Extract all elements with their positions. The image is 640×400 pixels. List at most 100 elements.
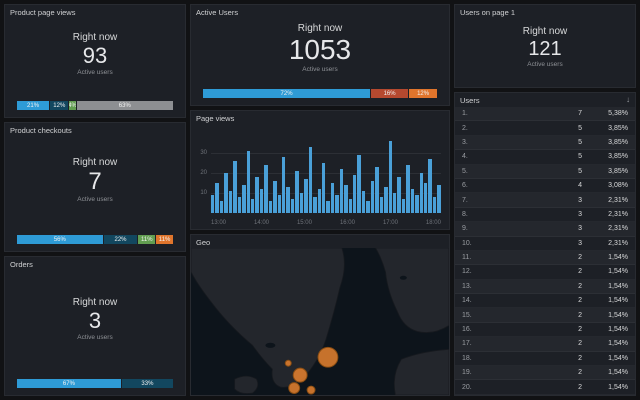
table-row[interactable]: 12.21,54% bbox=[455, 265, 635, 279]
row-count: 2 bbox=[554, 297, 582, 304]
table-row[interactable]: 5.53,85% bbox=[455, 165, 635, 179]
stat-value: 1053 bbox=[289, 35, 351, 66]
y-axis-labels: 302010 bbox=[195, 133, 209, 213]
row-index: 16. bbox=[462, 326, 480, 333]
right-now-label: Right now bbox=[73, 32, 117, 43]
row-index: 20. bbox=[462, 384, 480, 391]
chart-bar bbox=[220, 201, 223, 213]
chart-bar bbox=[309, 147, 312, 213]
row-index: 8. bbox=[462, 211, 480, 218]
chart-bar bbox=[260, 189, 263, 213]
table-row[interactable]: 20.21,54% bbox=[455, 380, 635, 394]
table-row[interactable]: 19.21,54% bbox=[455, 366, 635, 380]
table-row[interactable]: 13.21,54% bbox=[455, 280, 635, 294]
x-axis-labels: 13:0014:0015:0016:0017:0018:00 bbox=[211, 220, 441, 226]
stat-sublabel: Active users bbox=[302, 66, 337, 73]
x-tick-label: 18:00 bbox=[426, 220, 441, 226]
stat-value: 7 bbox=[88, 169, 101, 195]
bar-segment-label: 21% bbox=[27, 103, 39, 109]
row-percent: 5,38% bbox=[582, 110, 628, 117]
chart-bar bbox=[411, 189, 414, 213]
page-views-chart: 302010 bbox=[211, 133, 441, 213]
chart-bar bbox=[380, 197, 383, 213]
chart-bar bbox=[402, 199, 405, 213]
bar-segment: 72% bbox=[203, 89, 370, 98]
chart-bar bbox=[371, 181, 374, 213]
table-row[interactable]: 9.32,31% bbox=[455, 222, 635, 236]
y-tick-label: 30 bbox=[200, 150, 207, 156]
row-percent: 1,54% bbox=[582, 268, 628, 275]
table-row[interactable]: 16. 21,54% bbox=[455, 323, 635, 337]
chart-bar bbox=[273, 181, 276, 213]
chart-bar bbox=[420, 173, 423, 213]
table-row[interactable]: 10.32,31% bbox=[455, 237, 635, 251]
row-count: 2 bbox=[554, 326, 582, 333]
row-count: 2 bbox=[554, 254, 582, 261]
arrow-down-icon[interactable]: ↓ bbox=[626, 96, 630, 104]
page-views-bars bbox=[211, 133, 441, 213]
panel-title[interactable]: Geo bbox=[191, 235, 449, 249]
panel-title[interactable]: Users bbox=[455, 93, 485, 107]
row-percent: 1,54% bbox=[582, 326, 628, 333]
panel-title[interactable]: Page views bbox=[191, 111, 449, 125]
x-tick-label: 16:00 bbox=[340, 220, 355, 226]
geo-bubble bbox=[293, 368, 307, 382]
row-percent: 3,85% bbox=[582, 168, 628, 175]
bar-segment: 11% bbox=[138, 235, 155, 244]
bar-segment: 21% bbox=[17, 101, 49, 110]
row-count: 3 bbox=[554, 225, 582, 232]
users-table-body: 1.75,38%2.53,85%3.53,85%4.53,85%5.53,85%… bbox=[455, 107, 635, 395]
bar-segment-label: 63% bbox=[119, 103, 131, 109]
table-row[interactable]: 17.21,54% bbox=[455, 337, 635, 351]
bar-segment-label: 56% bbox=[54, 237, 66, 243]
chart-bar bbox=[415, 195, 418, 213]
row-percent: 1,54% bbox=[582, 297, 628, 304]
stat-sublabel: Active users bbox=[77, 69, 112, 76]
table-row[interactable]: 1.75,38% bbox=[455, 107, 635, 121]
table-row[interactable]: 8.32,31% bbox=[455, 208, 635, 222]
table-row[interactable]: 6.43,08% bbox=[455, 179, 635, 193]
row-percent: 2,31% bbox=[582, 197, 628, 204]
chart-bar bbox=[353, 175, 356, 213]
table-row[interactable]: 11.21,54% bbox=[455, 251, 635, 265]
x-tick-label: 15:00 bbox=[297, 220, 312, 226]
row-index: 7. bbox=[462, 197, 480, 204]
row-percent: 2,31% bbox=[582, 225, 628, 232]
table-row[interactable]: 14. 21,54% bbox=[455, 294, 635, 308]
row-percent: 1,54% bbox=[582, 369, 628, 376]
row-index: 14. bbox=[462, 297, 480, 304]
row-count: 2 bbox=[554, 355, 582, 362]
chart-bar bbox=[433, 197, 436, 213]
chart-bar bbox=[318, 189, 321, 213]
row-count: 5 bbox=[554, 153, 582, 160]
row-index: 17. bbox=[462, 340, 480, 347]
row-percent: 1,54% bbox=[582, 384, 628, 391]
row-index: 3. bbox=[462, 139, 480, 146]
stacked-bar: 21%12%4%63% bbox=[17, 101, 173, 110]
row-count: 5 bbox=[554, 168, 582, 175]
y-tick-label: 10 bbox=[200, 190, 207, 196]
row-count: 3 bbox=[554, 211, 582, 218]
table-row[interactable]: 15.21,54% bbox=[455, 308, 635, 322]
dashboard: { "panels": { "product_page_views": { "t… bbox=[0, 0, 640, 400]
chart-bar bbox=[326, 201, 329, 213]
table-row[interactable]: 18.21,54% bbox=[455, 352, 635, 366]
table-row[interactable]: 7.32,31% bbox=[455, 193, 635, 207]
chart-bar bbox=[238, 197, 241, 213]
row-percent: 1,54% bbox=[582, 340, 628, 347]
stat-value: 93 bbox=[83, 44, 107, 68]
chart-bar bbox=[322, 163, 325, 213]
chart-bar bbox=[291, 199, 294, 213]
right-now-label: Right now bbox=[73, 297, 117, 308]
chart-bar bbox=[393, 193, 396, 213]
table-row[interactable]: 3.53,85% bbox=[455, 136, 635, 150]
row-index: 10. bbox=[462, 240, 480, 247]
panel-orders: Orders Right now 3 Active users 67%33% bbox=[4, 256, 186, 396]
row-index: 15. bbox=[462, 312, 480, 319]
table-row[interactable]: 4.53,85% bbox=[455, 150, 635, 164]
table-row[interactable]: 2.53,85% bbox=[455, 121, 635, 135]
land-denmark bbox=[235, 376, 258, 393]
chart-bar bbox=[313, 197, 316, 213]
chart-bar bbox=[229, 191, 232, 213]
chart-bar bbox=[335, 195, 338, 213]
